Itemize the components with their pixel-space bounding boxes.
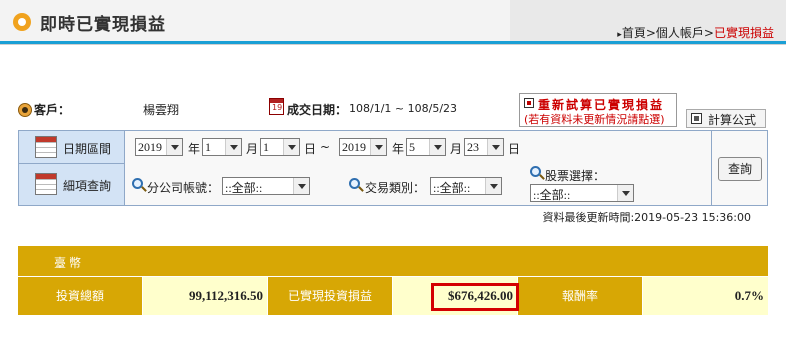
stock-select[interactable]: ::全部:: bbox=[530, 184, 634, 202]
breadcrumb-separator: > bbox=[645, 26, 656, 40]
detail-query-label-cell: 細項查詢 bbox=[19, 164, 125, 205]
detail-query-label: 細項查詢 bbox=[63, 179, 112, 193]
day-unit: 日 bbox=[508, 142, 521, 156]
year-unit: 年 bbox=[188, 142, 201, 156]
trade-type-label: 交易類別： bbox=[365, 181, 426, 195]
customer-icon bbox=[18, 103, 32, 117]
trade-date-label: 成交日期： bbox=[287, 103, 348, 117]
customer-label: 客戶： bbox=[34, 103, 71, 117]
customer-name: 楊雲翔 bbox=[143, 103, 180, 117]
month-unit: 月 bbox=[246, 142, 259, 156]
start-year-select[interactable]: 2019 bbox=[135, 138, 183, 156]
chevron-down-icon bbox=[617, 185, 633, 201]
recalculate-icon bbox=[524, 98, 534, 108]
title-bullet-icon bbox=[13, 13, 31, 31]
header-divider bbox=[0, 44, 786, 45]
start-day-value: 1 bbox=[263, 140, 269, 154]
total-investment-value: 99,112,316.50 bbox=[143, 277, 267, 315]
total-investment-label: 投資總額 bbox=[18, 277, 142, 315]
recalculate-hint: (若有資料未更新情況請點選) bbox=[524, 113, 665, 126]
chevron-down-icon bbox=[429, 139, 445, 155]
calendar-icon bbox=[35, 173, 57, 195]
realized-pnl-highlight bbox=[431, 283, 519, 311]
page-title: 即時已實現損益 bbox=[40, 15, 166, 35]
chevron-down-icon bbox=[166, 139, 182, 155]
return-rate-value: 0.7% bbox=[643, 277, 768, 315]
summary-row: 投資總額 99,112,316.50 已實現投資損益 $676,426.00 報… bbox=[18, 277, 768, 315]
end-day-select[interactable]: 23 bbox=[464, 138, 504, 156]
realized-pnl-label: 已實現投資損益 bbox=[268, 277, 392, 315]
branch-account-label: 分公司帳號： bbox=[147, 181, 220, 195]
chevron-down-icon bbox=[487, 139, 503, 155]
formula-icon bbox=[691, 113, 702, 124]
stock-select-label: 股票選擇： bbox=[545, 169, 606, 183]
date-range-label-cell: 日期區間 bbox=[19, 131, 125, 164]
stock-select-value: ::全部:: bbox=[533, 188, 571, 202]
search-icon bbox=[132, 178, 143, 189]
page-header: 即時已實現損益 ▸首頁>個人帳戶>已實現損益 bbox=[0, 0, 786, 44]
chevron-down-icon bbox=[293, 178, 309, 194]
currency-header: 臺幣 bbox=[54, 256, 85, 270]
end-month-value: 5 bbox=[409, 140, 415, 154]
start-month-value: 1 bbox=[205, 140, 211, 154]
calendar-icon-day: 19 bbox=[272, 103, 283, 112]
range-tilde: ~ bbox=[320, 140, 331, 154]
summary-header: 臺幣 bbox=[18, 246, 768, 276]
chevron-down-icon bbox=[370, 139, 386, 155]
breadcrumb-separator: > bbox=[703, 26, 714, 40]
calendar-icon: 19 bbox=[269, 98, 284, 115]
end-year-value: 2019 bbox=[342, 140, 366, 154]
formula-button-label: 計算公式 bbox=[708, 113, 757, 127]
trade-date-range: 108/1/1 ~ 108/5/23 bbox=[349, 102, 458, 115]
formula-button[interactable]: 計算公式 bbox=[686, 109, 766, 128]
trade-type-value: ::全部:: bbox=[433, 181, 471, 195]
calendar-icon bbox=[35, 136, 57, 158]
search-panel: 日期區間 2019 年 1 月 1 日 ~ 2019 年 5 月 23 日 細項… bbox=[18, 130, 768, 206]
branch-account-value: ::全部:: bbox=[225, 181, 263, 195]
end-year-select[interactable]: 2019 bbox=[339, 138, 387, 156]
date-range-label: 日期區間 bbox=[63, 142, 112, 156]
end-month-select[interactable]: 5 bbox=[406, 138, 446, 156]
recalculate-link[interactable]: 重新試算已實現損益 (若有資料未更新情況請點選) bbox=[519, 93, 677, 127]
query-button[interactable]: 查詢 bbox=[718, 157, 762, 181]
breadcrumb-current: 已實現損益 bbox=[713, 26, 774, 40]
trade-type-select[interactable]: ::全部:: bbox=[430, 177, 502, 195]
return-rate-label: 報酬率 bbox=[518, 277, 642, 315]
breadcrumb-home[interactable]: 首頁 bbox=[622, 26, 646, 40]
breadcrumb: ▸首頁>個人帳戶>已實現損益 bbox=[617, 24, 774, 41]
last-updated-text: 資料最後更新時間:2019-05-23 15:36:00 bbox=[542, 211, 751, 224]
end-day-value: 23 bbox=[467, 140, 479, 154]
chevron-down-icon bbox=[225, 139, 241, 155]
start-day-select[interactable]: 1 bbox=[260, 138, 300, 156]
start-year-value: 2019 bbox=[138, 140, 162, 154]
branch-account-select[interactable]: ::全部:: bbox=[222, 177, 310, 195]
search-icon bbox=[349, 178, 360, 189]
year-unit: 年 bbox=[392, 142, 405, 156]
search-icon bbox=[530, 166, 541, 177]
chevron-down-icon bbox=[283, 139, 299, 155]
chevron-down-icon bbox=[485, 178, 501, 194]
query-button-cell: 查詢 bbox=[711, 131, 767, 205]
breadcrumb-account[interactable]: 個人帳戶 bbox=[656, 26, 704, 40]
summary-table: 臺幣 投資總額 99,112,316.50 已實現投資損益 $676,426.0… bbox=[18, 246, 768, 318]
start-month-select[interactable]: 1 bbox=[202, 138, 242, 156]
month-unit: 月 bbox=[450, 142, 463, 156]
day-unit: 日 bbox=[304, 142, 317, 156]
